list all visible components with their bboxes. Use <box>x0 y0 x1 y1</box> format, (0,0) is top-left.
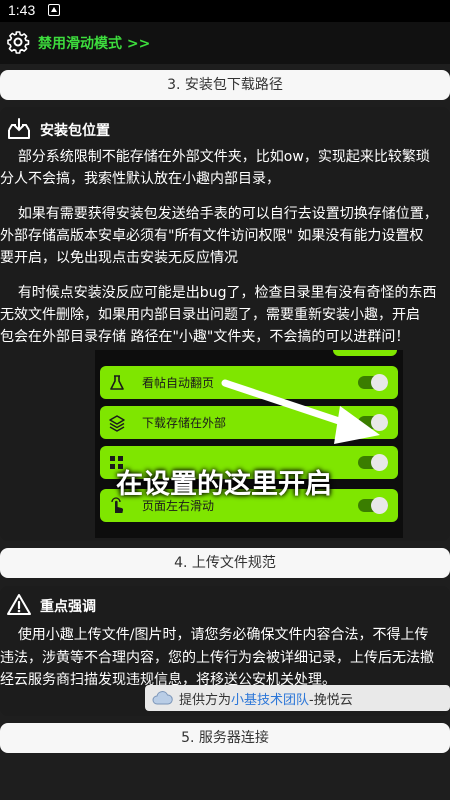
screenshot-caption: 在设置的这里开启 <box>116 469 332 500</box>
toggle-row-partial <box>333 350 397 356</box>
paragraph-line: 要开启，以免出现点击安装无反应情况 <box>0 250 238 266</box>
disable-swipe-mode-link[interactable]: 禁用滑动模式 >> <box>38 33 150 53</box>
gear-icon[interactable] <box>6 30 30 54</box>
toggle-switch <box>358 454 388 471</box>
paragraph-line: 部分系统限制不能存储在外部文件夹，比如ow，实现起来比较繁琐 <box>0 149 430 165</box>
section-server[interactable]: 5. 服务器连接 <box>0 723 450 753</box>
layers-icon <box>109 415 125 432</box>
provider-suffix: -挽悦云 <box>309 693 353 708</box>
paragraph-line: 违法，涉黄等不合理内容，您的上传行为会被详细记录，上传后无法撤 <box>0 650 434 666</box>
toggle-switch <box>358 497 388 514</box>
paragraph-line: 包会在外部目录存储 路径在"小趣"文件夹，不会搞的可以进群问！ <box>0 329 410 345</box>
top-bar: 禁用滑动模式 >> <box>0 22 450 64</box>
paragraph-line: 分人不会搞，我索性默认放在小趣内部目录， <box>0 171 280 187</box>
paragraph-line: 有时候点安装没反应可能是出bug了，检查目录里有没有奇怪的东西 <box>0 285 437 301</box>
section-upload-rules[interactable]: 4. 上传文件规范 <box>0 548 450 578</box>
download-tray-icon <box>8 118 30 139</box>
provider-banner: 提供方为小基技术团队-挽悦云 <box>145 685 450 711</box>
flask-icon <box>110 375 124 390</box>
notification-icon <box>48 4 60 16</box>
card-title: 重点强调 <box>40 599 96 615</box>
status-time: 1:43 <box>8 2 36 18</box>
paragraph-line: 外部存储高版本安卓必须有"所有文件访问权限" 如果没有能力设置权 <box>0 228 424 244</box>
arrow-icon <box>221 379 380 444</box>
cloud-icon <box>152 691 173 705</box>
section-download-path[interactable]: 3. 安装包下载路径 <box>0 70 450 100</box>
provider-team-link[interactable]: 小基技术团队 <box>231 693 309 708</box>
paragraph-line: 使用小趣上传文件/图片时，请您务必确保文件内容合法，不得上传 <box>0 627 429 643</box>
toggle-label: 看帖自动翻页 <box>142 376 215 390</box>
status-bar: 1:43 <box>0 0 450 22</box>
paragraph-line: 无效文件删除，如果用内部目录出问题了，需要重新安装小趣，开启 <box>0 307 420 323</box>
provider-text: 提供方为小基技术团队-挽悦云 <box>179 689 353 708</box>
paragraph-line: 如果有需要获得安装包发送给手表的可以自行去设置切换存储位置， <box>0 206 438 222</box>
toggle-label: 下载存储在外部 <box>142 416 227 430</box>
warning-icon <box>7 594 31 615</box>
provider-prefix: 提供方为 <box>179 693 232 708</box>
card-title: 安装包位置 <box>40 123 110 139</box>
